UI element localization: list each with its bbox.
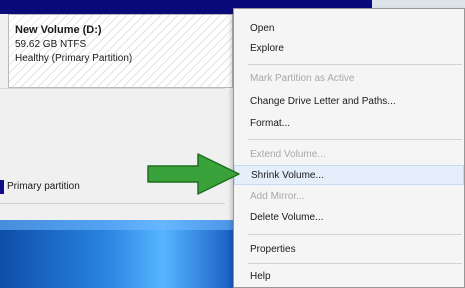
menu-item-open[interactable]: Open (234, 19, 464, 39)
legend-divider (0, 203, 225, 204)
volume-status: Healthy (Primary Partition) (15, 53, 133, 64)
green-arrow-icon-shape (147, 153, 240, 195)
menu-separator (248, 139, 462, 140)
desktop-glow (0, 220, 233, 230)
desktop-background (0, 220, 233, 288)
menu-item-label: Extend Volume... (250, 149, 326, 160)
menu-item-change-drive-letter[interactable]: Change Drive Letter and Paths... (234, 92, 464, 112)
context-menu: Open Explore Mark Partition as Active Ch… (233, 8, 465, 288)
menu-item-label: Shrink Volume... (251, 170, 324, 181)
menu-item-label: Explore (250, 43, 284, 54)
menu-item-properties[interactable]: Properties (234, 240, 464, 260)
menu-item-label: Change Drive Letter and Paths... (250, 96, 396, 107)
menu-item-label: Open (250, 23, 275, 34)
menu-separator (248, 64, 462, 65)
menu-item-delete-volume[interactable]: Delete Volume... (234, 208, 464, 228)
legend-label: Primary partition (7, 181, 80, 192)
primary-partition-swatch (0, 180, 4, 194)
volume-size: 59.62 GB NTFS (15, 39, 87, 50)
menu-item-shrink-volume[interactable]: Shrink Volume... (234, 165, 464, 185)
menu-item-label: Mark Partition as Active (250, 73, 355, 84)
menu-separator (248, 234, 462, 235)
menu-item-explore[interactable]: Explore (234, 39, 464, 59)
menu-item-extend-volume[interactable]: Extend Volume... (234, 145, 464, 165)
volume-name: New Volume (D:) (15, 24, 102, 36)
menu-item-label: Format... (250, 118, 291, 129)
menu-item-add-mirror[interactable]: Add Mirror... (234, 187, 464, 207)
volume-partition-block[interactable]: New Volume (D:) 59.62 GB NTFS Healthy (P… (8, 14, 233, 88)
menu-item-mark-active[interactable]: Mark Partition as Active (234, 69, 464, 89)
menu-item-help[interactable]: Help (234, 267, 464, 287)
menu-item-label: Add Mirror... (250, 191, 305, 202)
menu-item-label: Properties (250, 244, 296, 255)
menu-separator (248, 263, 462, 264)
menu-item-format[interactable]: Format... (234, 114, 464, 134)
menu-item-label: Delete Volume... (250, 212, 324, 223)
green-arrow-icon (147, 153, 240, 195)
menu-item-label: Help (250, 271, 271, 282)
